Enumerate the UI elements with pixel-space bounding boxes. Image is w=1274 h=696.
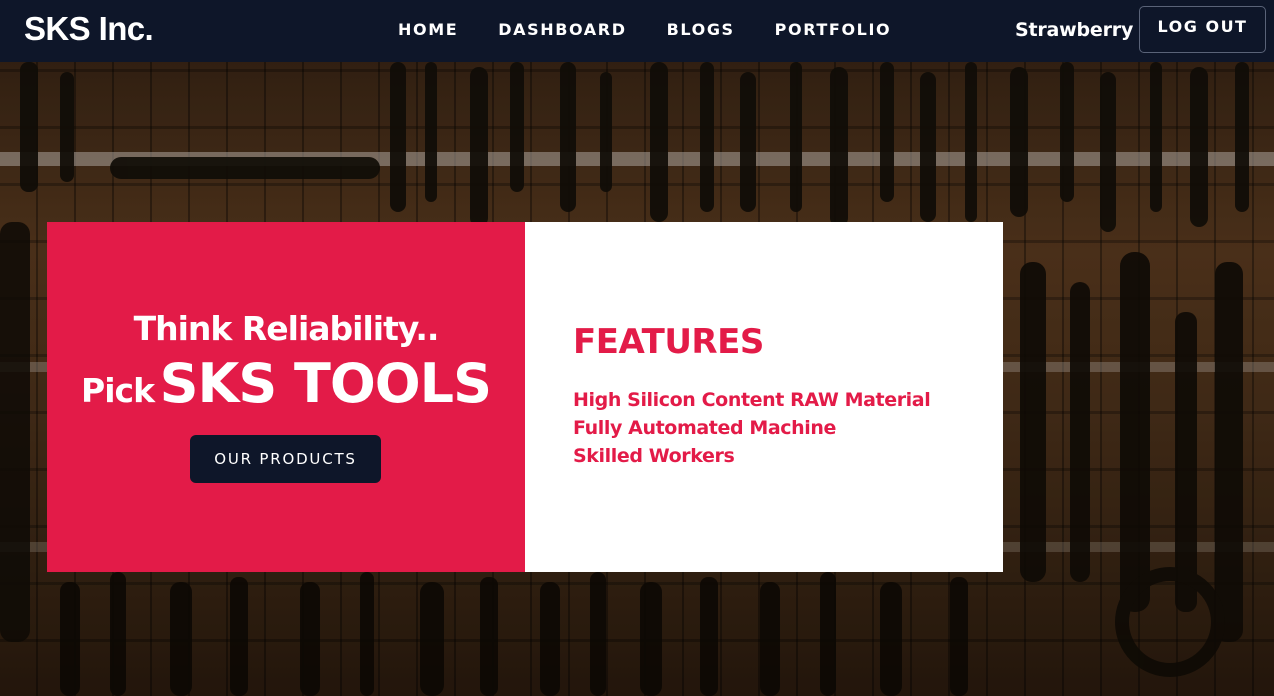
our-products-button[interactable]: OUR PRODUCTS (190, 435, 381, 483)
hero-tagline-line2: Pick SKS TOOLS (47, 352, 525, 415)
nav-link-home[interactable]: HOME (398, 20, 458, 39)
feature-item: Skilled Workers (573, 445, 735, 467)
feature-item: Fully Automated Machine (573, 417, 836, 439)
nav-link-blogs[interactable]: BLOGS (667, 20, 735, 39)
nav-link-portfolio[interactable]: PORTFOLIO (775, 20, 892, 39)
top-navbar: SKS Inc. HOME DASHBOARD BLOGS PORTFOLIO … (0, 0, 1274, 62)
features-card: FEATURES High Silicon Content RAW Materi… (525, 222, 1003, 572)
nav-link-dashboard[interactable]: DASHBOARD (498, 20, 626, 39)
hero-red-card: Think Reliability.. Pick SKS TOOLS OUR P… (47, 222, 525, 572)
features-title: FEATURES (573, 322, 764, 362)
username-label: Strawberry (1015, 19, 1134, 41)
features-list: High Silicon Content RAW Material Fully … (573, 386, 931, 470)
hero-tagline-brand: SKS TOOLS (159, 352, 492, 415)
hero-tagline-line1: Think Reliability.. (133, 309, 440, 348)
brand-logo[interactable]: SKS Inc. (24, 10, 154, 48)
main-nav: HOME DASHBOARD BLOGS PORTFOLIO (398, 20, 891, 39)
feature-item: High Silicon Content RAW Material (573, 389, 931, 411)
logout-button[interactable]: LOG OUT (1139, 6, 1266, 53)
hero-tagline-pick: Pick (81, 371, 155, 410)
